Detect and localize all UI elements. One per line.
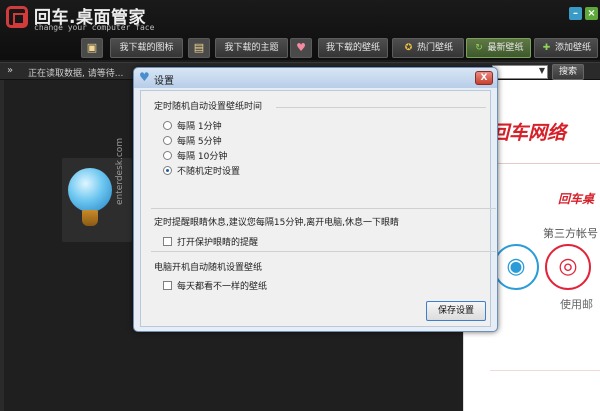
- nav-my-wallpapers[interactable]: 我下载的壁纸: [318, 38, 388, 58]
- radio-label: 每隔 10分钟: [177, 152, 228, 162]
- ad-divider: [490, 163, 600, 164]
- nav-label: 我下载的壁纸: [325, 43, 380, 53]
- radio-no-random[interactable]: 不随机定时设置: [163, 164, 241, 177]
- section-divider: [151, 251, 496, 252]
- refresh-icon: ↻: [475, 43, 483, 53]
- app-subtitle: change your computer face: [34, 23, 155, 32]
- dialog-titlebar[interactable]: ♥ 设置 X: [134, 68, 497, 88]
- dialog-title: 设置: [154, 76, 174, 87]
- nav-hot-wallpapers[interactable]: ✪ 热门壁纸: [392, 38, 464, 58]
- dialog-close-button[interactable]: X: [475, 71, 493, 85]
- app-logo-icon: [6, 6, 28, 28]
- radio-interval-10min[interactable]: 每隔 10分钟: [163, 149, 228, 162]
- loading-status-text: 正在读取数据, 请等待...: [28, 69, 124, 79]
- left-strip: [0, 80, 4, 411]
- section-divider: [151, 208, 496, 209]
- search-button[interactable]: 搜索: [552, 64, 584, 80]
- radio-label: 不随机定时设置: [177, 167, 241, 177]
- checkbox[interactable]: [163, 237, 172, 246]
- ad-third-party-text: 第三方帐号: [543, 227, 598, 240]
- settings-dialog: ♥ 设置 X 定时随机自动设置壁纸时间 每隔 1分钟 每隔 5分钟 每隔 10分…: [133, 67, 498, 332]
- medal-icon: ✪: [404, 43, 413, 53]
- tile-watermark: enterdesk.com: [115, 137, 125, 205]
- plus-icon: ✚: [542, 43, 551, 53]
- ad-brand-logo-small: 回车桌: [558, 192, 595, 206]
- theme-icon[interactable]: ▤: [188, 38, 210, 58]
- section-startup-label: 电脑开机自动随机设置壁纸: [154, 263, 263, 273]
- picture-icon[interactable]: ▣: [81, 38, 103, 58]
- checkbox-label: 打开保护眼睛的提醒: [177, 238, 259, 248]
- radio-label: 每隔 5分钟: [177, 137, 222, 147]
- nav-latest-wallpapers[interactable]: ↻ 最新壁纸: [466, 38, 531, 58]
- close-window-button[interactable]: ×: [585, 7, 598, 20]
- nav-my-themes[interactable]: 我下载的主题: [215, 38, 288, 58]
- nav-add-wallpaper[interactable]: ✚ 添加壁纸: [534, 38, 598, 58]
- nav-my-icons[interactable]: 我下载的图标: [110, 38, 183, 58]
- radio-button-checked[interactable]: [163, 166, 172, 175]
- radio-label: 每隔 1分钟: [177, 122, 222, 132]
- section-divider: [276, 107, 486, 108]
- radio-button[interactable]: [163, 136, 172, 145]
- radio-interval-1min[interactable]: 每隔 1分钟: [163, 119, 222, 132]
- nav-label: 最新壁纸: [487, 43, 524, 53]
- radio-interval-5min[interactable]: 每隔 5分钟: [163, 134, 222, 147]
- lightbulb-base: [82, 210, 98, 226]
- minimize-button[interactable]: –: [569, 7, 582, 20]
- checkbox-label: 每天都看不一样的壁纸: [177, 282, 268, 292]
- section-eye-reminder-label: 定时提醒眼睛休息,建议您每隔15分钟,离开电脑,休息一下眼睛: [154, 218, 400, 228]
- ad-email-text: 使用邮: [560, 298, 593, 311]
- qq-icon[interactable]: ◉: [493, 244, 539, 290]
- expand-arrows-icon[interactable]: »: [7, 65, 13, 76]
- heart-icon[interactable]: ♥: [290, 38, 312, 58]
- ad-bottom-divider: [490, 370, 600, 371]
- nav-label: 我下载的主题: [224, 43, 279, 53]
- lightbulb-icon: [68, 168, 112, 212]
- nav-label: 添加壁纸: [554, 43, 591, 53]
- dialog-body: 定时随机自动设置壁纸时间 每隔 1分钟 每隔 5分钟 每隔 10分钟 不随机定时…: [140, 90, 496, 327]
- checkbox[interactable]: [163, 281, 172, 290]
- check-daily-wallpaper[interactable]: 每天都看不一样的壁纸: [163, 279, 268, 292]
- chevron-down-icon: ▼: [538, 66, 545, 75]
- save-settings-button[interactable]: 保存设置: [426, 301, 486, 321]
- weibo-icon[interactable]: ◎: [545, 244, 591, 290]
- check-eye-protection[interactable]: 打开保护眼睛的提醒: [163, 235, 259, 248]
- section-random-interval-label: 定时随机自动设置壁纸时间: [154, 102, 263, 112]
- heart-icon: ♥: [139, 70, 150, 84]
- radio-button[interactable]: [163, 151, 172, 160]
- nav-label: 热门壁纸: [416, 43, 453, 53]
- search-category-select[interactable]: ▼: [492, 65, 548, 79]
- radio-button[interactable]: [163, 121, 172, 130]
- nav-label: 我下载的图标: [119, 43, 174, 53]
- ad-brand-logo: 回车网络: [490, 122, 567, 144]
